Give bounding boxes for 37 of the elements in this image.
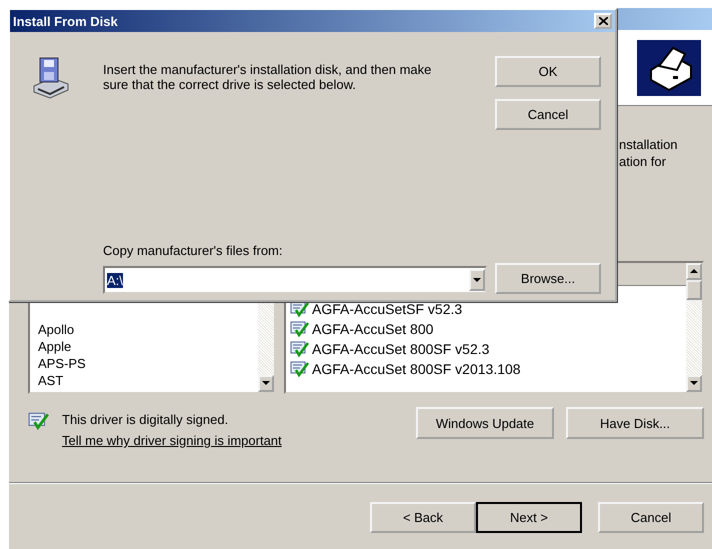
dialog-title: Install From Disk	[13, 14, 118, 28]
intro-text: nstallation	[619, 136, 678, 153]
wizard-button[interactable]: Windows Update	[416, 407, 554, 439]
nav-button[interactable]: Next >	[476, 502, 582, 533]
driver-signing-link[interactable]: Tell me why driver signing is important	[62, 433, 416, 448]
list-item[interactable]: APS-PS	[38, 355, 258, 372]
close-button[interactable]	[594, 13, 612, 29]
dialog-button[interactable]: Cancel	[495, 99, 601, 130]
close-icon	[598, 17, 608, 25]
signed-driver-icon	[290, 360, 310, 378]
signed-driver-icon	[290, 340, 310, 358]
scroll-thumb[interactable]	[686, 280, 702, 300]
list-item[interactable]: AGFA-AccuSet 800SF v52.3	[312, 339, 490, 359]
list-item[interactable]: Apple	[38, 338, 258, 355]
browse-button[interactable]: Browse...	[495, 263, 601, 294]
list-item[interactable]: AGFA-AccuSetSF v52.3	[312, 299, 462, 319]
list-item[interactable]: AST	[38, 372, 258, 389]
signed-driver-icon	[28, 411, 50, 431]
signed-text: This driver is digitally signed.	[62, 412, 230, 427]
printer-icon	[637, 40, 701, 96]
dialog-button[interactable]: OK	[495, 56, 601, 87]
list-item[interactable]: Apollo	[38, 321, 258, 338]
signed-driver-icon	[290, 320, 310, 338]
scroll-down-icon[interactable]	[258, 375, 274, 392]
list-item[interactable]: AGFA-AccuSet 800	[312, 319, 434, 339]
list-item[interactable]: AGFA-AccuSet 800SF v2013.108	[312, 359, 521, 379]
nav-button[interactable]: Cancel	[598, 502, 704, 533]
scroll-up-icon[interactable]	[686, 263, 702, 280]
path-combo-box[interactable]: A:\	[103, 266, 487, 294]
intro-text: ation for	[619, 153, 666, 170]
copy-from-label: Copy manufacturer's files from:	[103, 243, 284, 258]
wizard-button[interactable]: Have Disk...	[566, 407, 704, 439]
nav-button[interactable]: < Back	[370, 502, 476, 533]
dialog-message: Insert the manufacturer's installation disk, and then make sure that the correct drive is selected below.	[103, 62, 432, 92]
dropdown-icon[interactable]	[469, 269, 485, 291]
scrollbar[interactable]	[686, 263, 702, 392]
scroll-down-icon[interactable]	[686, 375, 702, 392]
